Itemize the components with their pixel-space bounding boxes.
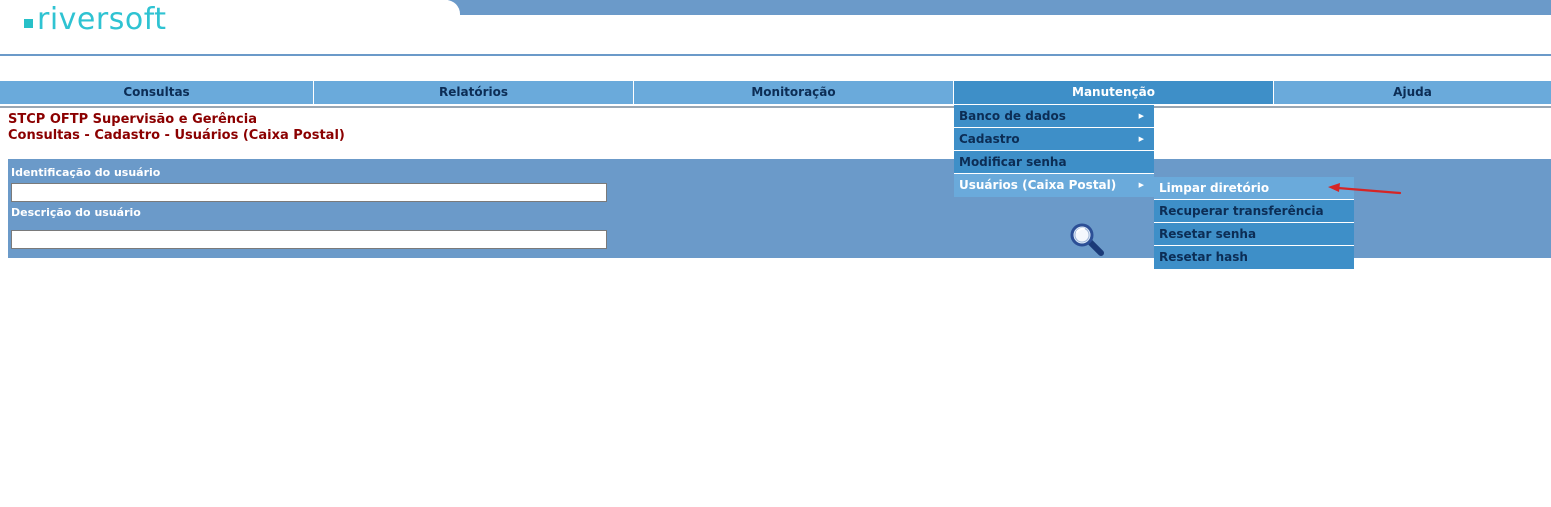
menu-item-label: Usuários (Caixa Postal) [959,178,1117,192]
submenu-arrow-icon: ▶ [1138,181,1144,189]
header-divider [0,54,1551,56]
nav-manutencao[interactable]: Manutenção [954,81,1274,104]
header-band [448,0,1551,15]
submenu-arrow-icon: ▶ [1138,112,1144,120]
submenu-item-resetar-senha[interactable]: Resetar senha [1154,223,1354,246]
menu-item-modificar-senha[interactable]: Modificar senha [954,151,1154,174]
menu-item-banco-de-dados[interactable]: Banco de dados ▶ [954,105,1154,128]
submenu-item-resetar-hash[interactable]: Resetar hash [1154,246,1354,269]
menu-item-cadastro[interactable]: Cadastro ▶ [954,128,1154,151]
logo-text: riversoft [37,2,167,37]
menu-item-label: Cadastro [959,132,1020,146]
manutencao-menu: Banco de dados ▶ Cadastro ▶ Modificar se… [954,105,1154,197]
submenu-arrow-icon: ▶ [1138,135,1144,143]
nav-consultas[interactable]: Consultas [0,81,314,104]
nav-monitoracao[interactable]: Monitoração [634,81,954,104]
nav-divider [0,106,1551,108]
annotation-arrow-icon [1328,183,1402,195]
user-id-input[interactable] [11,183,607,202]
magnifier-icon[interactable] [1068,222,1108,258]
main-nav: Consultas Relatórios Monitoração Manuten… [0,81,1551,104]
menu-item-label: Modificar senha [959,155,1067,169]
submenu-item-recuperar-transferencia[interactable]: Recuperar transferência [1154,200,1354,223]
usuarios-submenu: Limpar diretório Recuperar transferência… [1154,177,1354,269]
nav-ajuda[interactable]: Ajuda [1274,81,1551,104]
user-desc-label: Descrição do usuário [11,206,141,219]
user-desc-input[interactable] [11,230,607,249]
breadcrumb-system-title: STCP OFTP Supervisão e Gerência [8,112,257,127]
user-id-label: Identificação do usuário [11,166,161,179]
logo-dot [24,19,33,28]
menu-item-usuarios-caixa-postal[interactable]: Usuários (Caixa Postal) ▶ [954,174,1154,197]
menu-item-label: Banco de dados [959,109,1066,123]
breadcrumb: STCP OFTP Supervisão e Gerência Consulta… [8,112,345,144]
riversoft-logo: riversoft [24,2,167,38]
breadcrumb-path: Consultas - Cadastro - Usuários (Caixa P… [8,128,345,143]
nav-relatorios[interactable]: Relatórios [314,81,634,104]
submenu-item-limpar-diretorio[interactable]: Limpar diretório [1154,177,1354,200]
